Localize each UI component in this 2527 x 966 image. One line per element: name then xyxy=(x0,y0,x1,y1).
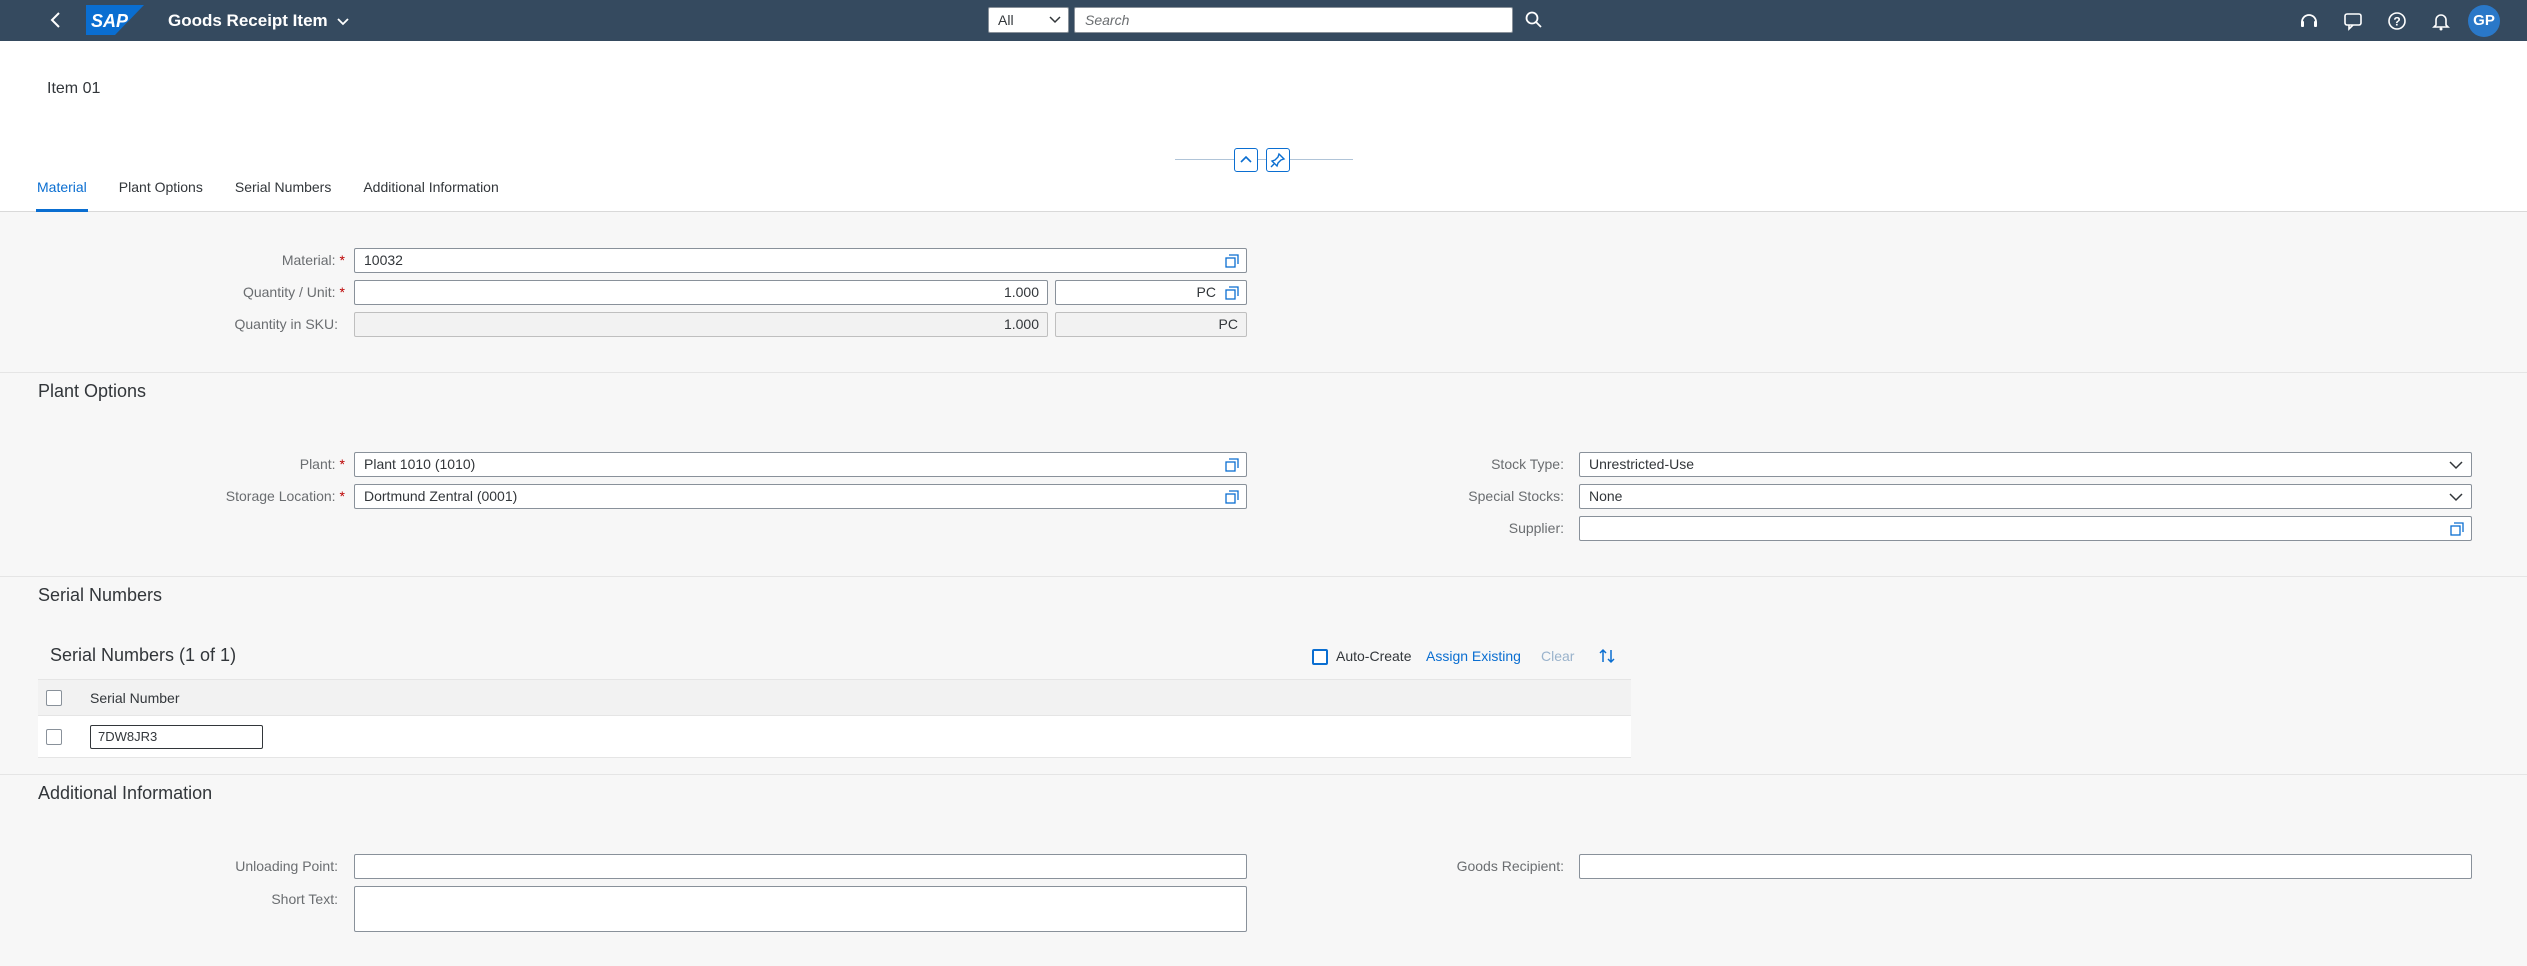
supplier-label: Supplier: xyxy=(1508,520,1564,536)
feedback-button[interactable] xyxy=(2340,8,2366,34)
material-label: Material: * xyxy=(281,252,345,268)
section-divider xyxy=(0,774,2527,775)
help-icon: ? xyxy=(2388,12,2406,30)
chevron-down-icon xyxy=(2449,461,2463,470)
goods-recipient-field[interactable] xyxy=(1579,854,2472,879)
user-avatar[interactable]: GP xyxy=(2468,5,2500,37)
serial-number-input[interactable]: 7DW8JR3 xyxy=(90,725,263,749)
material-field[interactable]: 10032 xyxy=(354,248,1247,273)
search-button[interactable] xyxy=(1522,8,1546,32)
storage-location-field[interactable]: Dortmund Zentral (0001) xyxy=(354,484,1247,509)
supplier-field[interactable] xyxy=(1579,516,2472,541)
quantity-unit-label: Quantity / Unit: * xyxy=(242,284,345,300)
pin-icon xyxy=(1270,152,1286,168)
serial-number-value: 7DW8JR3 xyxy=(98,729,158,744)
material-value: 10032 xyxy=(364,252,403,268)
pin-header-button[interactable] xyxy=(1266,148,1290,172)
svg-text:SAP: SAP xyxy=(91,11,129,31)
column-header-serial-number[interactable]: Serial Number xyxy=(90,690,179,706)
sort-button[interactable] xyxy=(1596,645,1618,667)
special-stocks-value: None xyxy=(1589,488,1623,504)
stock-type-value: Unrestricted-Use xyxy=(1589,456,1695,472)
plant-options-title: Plant Options xyxy=(38,381,147,401)
short-text-label: Short Text: xyxy=(271,891,338,907)
auto-create-label: Auto-Create xyxy=(1336,648,1412,664)
clear-button[interactable]: Clear xyxy=(1541,648,1574,664)
chevron-left-icon xyxy=(50,12,60,28)
unit-field[interactable]: PC xyxy=(1055,280,1247,305)
value-help-icon[interactable] xyxy=(1224,285,1240,301)
chevron-down-icon xyxy=(1049,16,1061,24)
notifications-button[interactable] xyxy=(2428,8,2454,34)
goods-recipient-label: Goods Recipient: xyxy=(1456,858,1564,874)
tab-plant-options[interactable]: Plant Options xyxy=(119,179,203,212)
quantity-sku-value: 1.000 xyxy=(1003,316,1039,332)
short-text-field[interactable] xyxy=(354,886,1247,932)
feedback-icon xyxy=(2344,13,2362,31)
app-title: Goods Receipt Item xyxy=(168,10,328,30)
search-scope-select[interactable]: All xyxy=(988,7,1069,33)
sort-icon xyxy=(1599,648,1615,664)
tab-additional-information[interactable]: Additional Information xyxy=(363,179,498,212)
chevron-down-icon xyxy=(2449,493,2463,502)
chevron-down-icon xyxy=(337,17,349,25)
plant-value: Plant 1010 (1010) xyxy=(364,456,476,472)
serial-numbers-title: Serial Numbers xyxy=(38,585,163,605)
quantity-sku-label: Quantity in SKU: xyxy=(234,316,339,332)
back-button[interactable] xyxy=(44,8,68,32)
row-checkbox[interactable] xyxy=(46,729,62,745)
object-header: Item 01 Material Plant Options Serial Nu… xyxy=(0,41,2527,212)
sap-logo[interactable]: SAP xyxy=(86,5,144,35)
unloading-point-field[interactable] xyxy=(354,854,1247,879)
quantity-value: 1.000 xyxy=(1003,284,1039,300)
storage-location-label: Storage Location: * xyxy=(225,488,345,504)
select-all-checkbox[interactable] xyxy=(46,690,62,706)
plant-field[interactable]: Plant 1010 (1010) xyxy=(354,452,1247,477)
help-button[interactable]: ? xyxy=(2384,8,2410,34)
section-divider xyxy=(0,576,2527,577)
app-title-menu[interactable]: Goods Receipt Item xyxy=(168,0,350,41)
plant-label: Plant: * xyxy=(299,456,345,472)
value-help-icon[interactable] xyxy=(2449,521,2465,537)
special-stocks-select[interactable]: None xyxy=(1579,484,2472,509)
section-divider xyxy=(0,372,2527,373)
tab-serial-numbers[interactable]: Serial Numbers xyxy=(235,179,331,212)
table-row: 7DW8JR3 xyxy=(38,716,1631,758)
support-button[interactable] xyxy=(2296,8,2322,34)
bell-icon xyxy=(2432,14,2450,31)
serial-table-title: Serial Numbers (1 of 1) xyxy=(50,645,237,665)
header-divider xyxy=(1175,159,1353,160)
chevron-up-icon xyxy=(1240,155,1252,163)
stock-type-select[interactable]: Unrestricted-Use xyxy=(1579,452,2472,477)
headset-icon xyxy=(2301,14,2317,27)
search-input[interactable]: Search xyxy=(1074,7,1513,33)
special-stocks-label: Special Stocks: xyxy=(1468,488,1564,504)
object-title: Item 01 xyxy=(47,80,101,97)
sku-unit-value: PC xyxy=(1218,316,1238,332)
value-help-icon[interactable] xyxy=(1224,253,1240,269)
tab-material[interactable]: Material xyxy=(36,179,88,212)
quantity-sku-field: 1.000 xyxy=(354,312,1048,337)
quantity-field[interactable]: 1.000 xyxy=(354,280,1048,305)
search-placeholder: Search xyxy=(1085,12,1130,28)
auto-create-checkbox[interactable] xyxy=(1312,649,1328,665)
search-scope-value: All xyxy=(998,12,1014,28)
storage-location-value: Dortmund Zentral (0001) xyxy=(364,488,518,504)
unit-value: PC xyxy=(1196,284,1216,300)
additional-information-title: Additional Information xyxy=(38,783,213,803)
collapse-header-button[interactable] xyxy=(1234,148,1258,172)
assign-existing-button[interactable]: Assign Existing xyxy=(1426,648,1521,664)
value-help-icon[interactable] xyxy=(1224,457,1240,473)
anchor-bar: Material Plant Options Serial Numbers Ad… xyxy=(36,179,531,212)
sku-unit-field: PC xyxy=(1055,312,1247,337)
value-help-icon[interactable] xyxy=(1224,489,1240,505)
search-icon xyxy=(1525,11,1542,28)
shell-bar: SAP Goods Receipt Item All Search ? GP xyxy=(0,0,2527,41)
table-header: Serial Number xyxy=(38,679,1631,716)
svg-text:?: ? xyxy=(2393,15,2400,29)
unloading-point-label: Unloading Point: xyxy=(235,858,338,874)
stock-type-label: Stock Type: xyxy=(1491,456,1564,472)
